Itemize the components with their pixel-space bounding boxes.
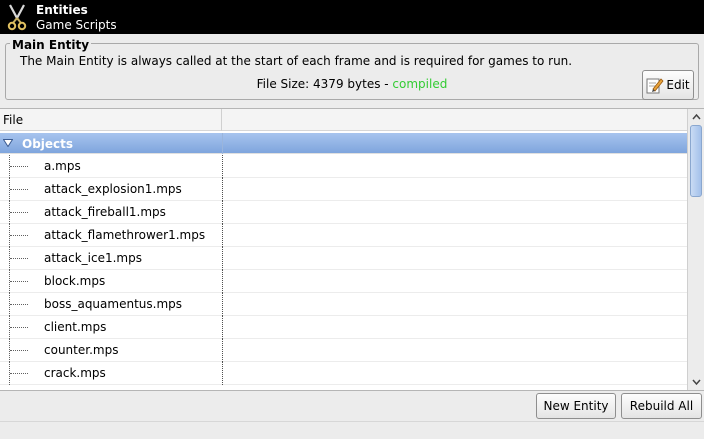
column-separator — [222, 316, 223, 339]
tree-file-row[interactable]: attack_fireball1.mps — [0, 201, 687, 224]
column-separator — [222, 178, 223, 201]
main-entity-description: The Main Entity is always called at the … — [20, 54, 573, 68]
scissors-icon — [7, 4, 27, 31]
column-separator — [222, 362, 223, 385]
rebuild-all-button[interactable]: Rebuild All — [621, 393, 702, 419]
column-separator — [222, 133, 223, 154]
edit-label: Edit — [666, 78, 690, 92]
tree-file-row[interactable]: block.mps — [0, 270, 687, 293]
tree-body: Objects a.mps attack_explosion1.mpsattack… — [0, 131, 687, 390]
column-header-file[interactable]: File — [0, 109, 222, 131]
tree-branch-connector — [10, 166, 28, 167]
entity-tree[interactable]: File Objects a.mps attack_explosion1.mpsa… — [0, 108, 704, 391]
group-legend: Main Entity — [10, 38, 92, 52]
file-size-label: File Size: 4379 bytes - — [256, 77, 393, 91]
tree-file-row[interactable]: attack_ice1.mps — [0, 247, 687, 270]
tree-file-name: a.mps — [44, 159, 81, 173]
column-separator — [222, 224, 223, 247]
tree-file-name: attack_ice1.mps — [44, 251, 142, 265]
tree-file-name: block.mps — [44, 274, 106, 288]
tree-branch-connector — [10, 212, 28, 213]
tree-branch-connector — [10, 235, 28, 236]
title-bar: Entities Game Scripts — [0, 0, 704, 34]
tree-file-row[interactable]: attack_explosion1.mps — [0, 178, 687, 201]
tree-file-name: client.mps — [44, 320, 107, 334]
tree-branch-connector — [10, 258, 28, 259]
tree-header: File — [0, 109, 687, 131]
window-title: Entities — [36, 3, 88, 17]
tree-file-row[interactable]: crack.mps — [0, 362, 687, 385]
edit-pencil-icon — [646, 78, 664, 94]
column-separator — [222, 247, 223, 270]
window-subtitle: Game Scripts — [36, 18, 117, 32]
tree-file-name: attack_fireball1.mps — [44, 205, 166, 219]
tree-file-row[interactable]: counter.mps — [0, 339, 687, 362]
tree-file-row[interactable]: client.mps — [0, 316, 687, 339]
scroll-up-icon[interactable] — [690, 111, 703, 124]
main-entity-group: Main Entity The Main Entity is always ca… — [5, 38, 699, 100]
column-separator — [222, 339, 223, 362]
vertical-scrollbar[interactable] — [687, 109, 704, 390]
column-separator — [222, 270, 223, 293]
column-separator — [222, 155, 223, 178]
tree-branch-connector — [10, 373, 28, 374]
tree-file-row[interactable]: attack_flamethrower1.mps — [0, 224, 687, 247]
tree-file-row[interactable]: boss_aquamentus.mps — [0, 293, 687, 316]
tree-file-name: attack_flamethrower1.mps — [44, 228, 206, 242]
tree-branch-connector — [10, 189, 28, 190]
tree-branch-connector — [10, 304, 28, 305]
tree-branch-connector — [10, 350, 28, 351]
tree-group-objects[interactable]: Objects — [0, 133, 687, 154]
new-entity-button[interactable]: New Entity — [536, 393, 616, 419]
scroll-down-icon[interactable] — [690, 375, 703, 388]
tree-file-row[interactable]: a.mps — [0, 155, 687, 178]
tree-group-label: Objects — [22, 137, 74, 151]
column-separator — [222, 201, 223, 224]
tree-file-name: attack_explosion1.mps — [44, 182, 182, 196]
tree-file-name: counter.mps — [44, 343, 119, 357]
tree-branch-connector — [10, 327, 28, 328]
column-separator — [222, 293, 223, 316]
compile-status: compiled — [392, 77, 448, 91]
file-size-line: File Size: 4379 bytes - compiled — [6, 77, 698, 91]
expand-triangle-icon[interactable] — [3, 139, 13, 147]
tree-file-name: crack.mps — [44, 366, 106, 380]
scrollbar-thumb[interactable] — [690, 125, 702, 197]
tree-file-name: boss_aquamentus.mps — [44, 297, 183, 311]
edit-button[interactable]: Edit — [642, 70, 694, 100]
status-bar — [0, 421, 704, 439]
column-header-2[interactable] — [223, 109, 687, 131]
tree-branch-connector — [10, 281, 28, 282]
